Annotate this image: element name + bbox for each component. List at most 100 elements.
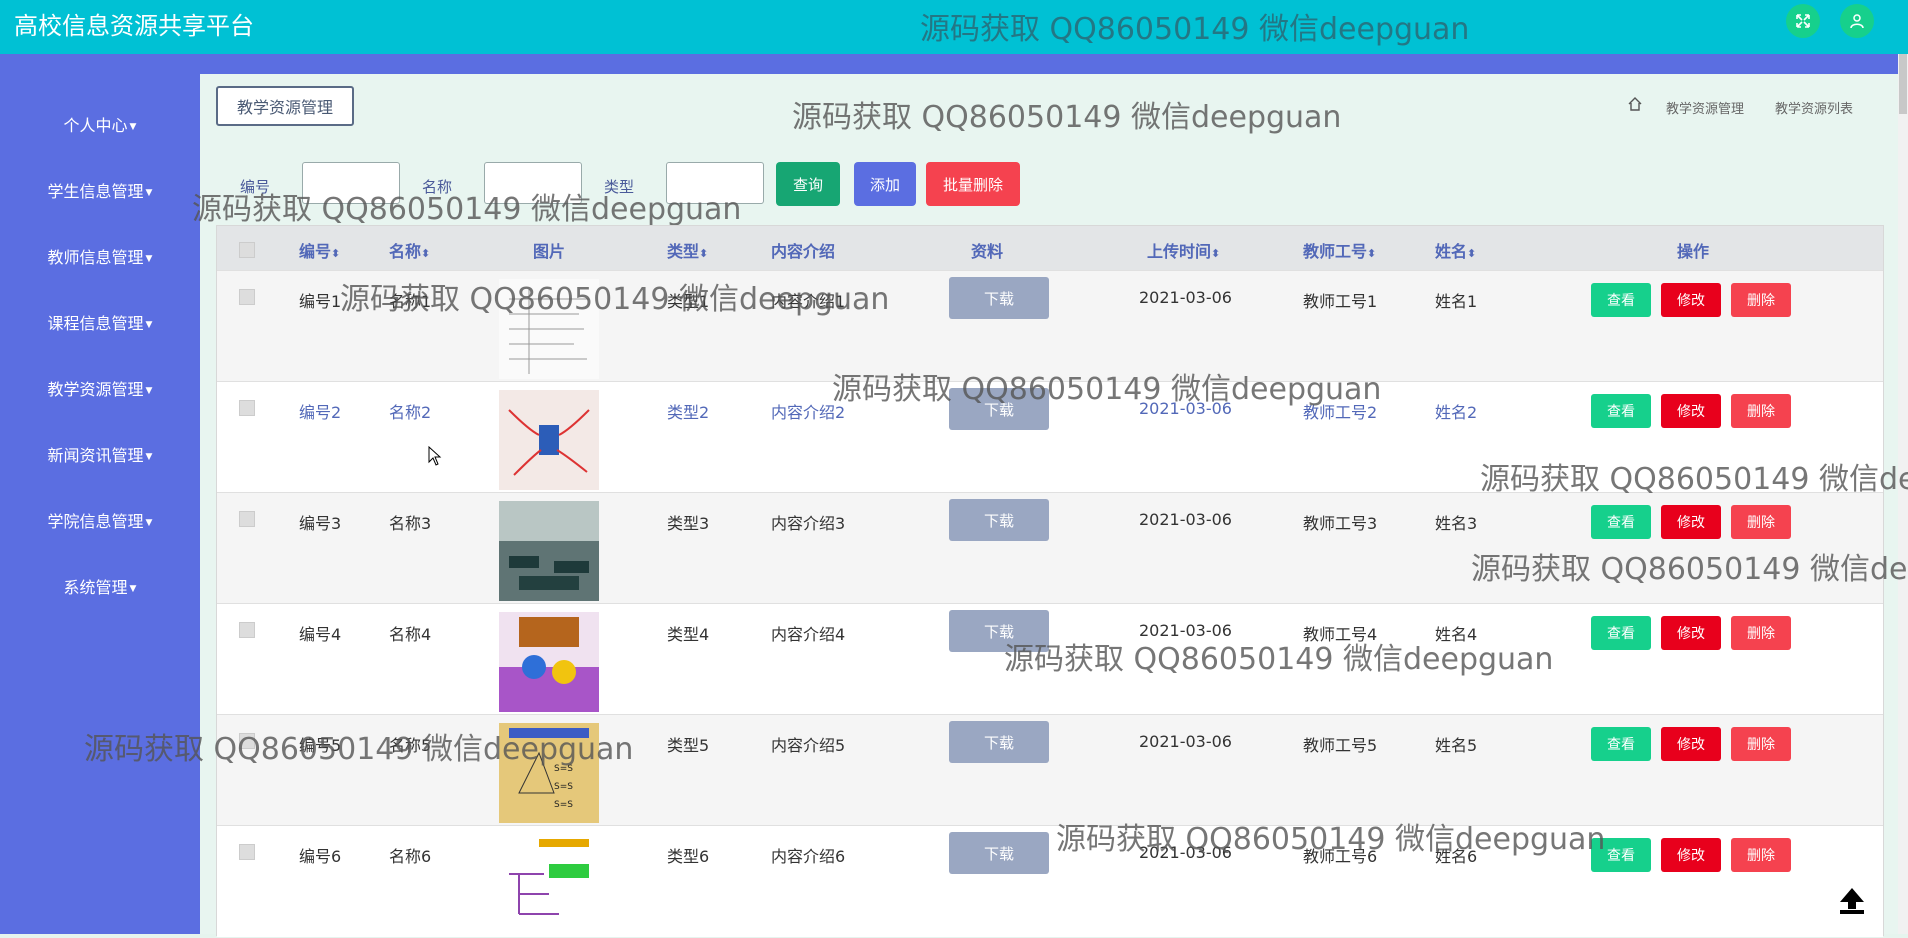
view-button[interactable]: 查看 bbox=[1591, 394, 1651, 428]
cell-id: 编号3 bbox=[299, 514, 342, 533]
sort-icon: ⬍ bbox=[1211, 247, 1221, 260]
sidebar-item-college-info[interactable]: 学院信息管理 ▼ bbox=[0, 508, 200, 532]
sidebar-item-system[interactable]: 系统管理 ▼ bbox=[0, 574, 200, 598]
breadcrumb-item: 教学资源列表 bbox=[1775, 102, 1854, 117]
table-row: 编号6 名称6 类型6 内容介绍6 下载 2021-03-06 教师工号6 姓名… bbox=[217, 825, 1883, 937]
home-icon[interactable] bbox=[1627, 96, 1643, 112]
delete-button[interactable]: 删除 bbox=[1731, 283, 1791, 317]
header-name[interactable]: 名称⬍ bbox=[389, 238, 430, 262]
fullscreen-icon[interactable] bbox=[1786, 4, 1820, 38]
cell-intro: 内容介绍5 bbox=[771, 736, 846, 755]
caret-down-icon: ▼ bbox=[129, 121, 137, 132]
top-bar: 高校信息资源共享平台 源码获取 QQ86050149 微信deepguan bbox=[0, 0, 1908, 54]
edit-button[interactable]: 修改 bbox=[1661, 838, 1721, 872]
header-id[interactable]: 编号⬍ bbox=[299, 238, 340, 262]
delete-button[interactable]: 删除 bbox=[1731, 727, 1791, 761]
download-button[interactable]: 下载 bbox=[949, 721, 1049, 763]
header-actions: 操作 bbox=[1677, 242, 1710, 261]
delete-button[interactable]: 删除 bbox=[1731, 394, 1791, 428]
watermark: 源码获取 QQ86050149 微信dee bbox=[1471, 552, 1908, 587]
cell-type: 类型3 bbox=[667, 514, 710, 533]
watermark: 源码获取 QQ86050149 微信deepguan bbox=[920, 12, 1470, 47]
header-image: 图片 bbox=[533, 242, 566, 261]
watermark: 源码获取 QQ86050149 微信deepguan bbox=[1056, 822, 1606, 857]
cell-name: 名称4 bbox=[389, 625, 432, 644]
cell-type: 类型5 bbox=[667, 736, 710, 755]
row-checkbox[interactable] bbox=[239, 400, 255, 416]
header-intro: 内容介绍 bbox=[771, 242, 836, 261]
cell-intro: 内容介绍6 bbox=[771, 847, 846, 866]
resource-image[interactable] bbox=[499, 612, 599, 712]
sidebar-item-label: 系统管理 bbox=[63, 578, 128, 597]
delete-button[interactable]: 删除 bbox=[1731, 505, 1791, 539]
header-upload-time[interactable]: 上传时间⬍ bbox=[1147, 238, 1220, 262]
select-all-checkbox[interactable] bbox=[239, 242, 255, 258]
cell-name: 名称3 bbox=[389, 514, 432, 533]
sort-icon: ⬍ bbox=[699, 247, 709, 260]
edit-button[interactable]: 修改 bbox=[1661, 394, 1721, 428]
sort-icon: ⬍ bbox=[421, 247, 431, 260]
sidebar-item-label: 教师信息管理 bbox=[47, 248, 144, 267]
cell-upload-time: 2021-03-06 bbox=[1139, 288, 1232, 307]
view-button[interactable]: 查看 bbox=[1591, 616, 1651, 650]
header-person-name[interactable]: 姓名⬍ bbox=[1435, 238, 1476, 262]
watermark: 源码获取 QQ86050149 微信deepguan bbox=[792, 100, 1342, 135]
sidebar-item-personal-center[interactable]: 个人中心 ▼ bbox=[0, 112, 200, 136]
sidebar-item-course-info[interactable]: 课程信息管理 ▼ bbox=[0, 310, 200, 334]
sidebar-item-teacher-info[interactable]: 教师信息管理 ▼ bbox=[0, 244, 200, 268]
back-to-top-icon[interactable] bbox=[1836, 884, 1868, 916]
caret-down-icon: ▼ bbox=[145, 187, 153, 198]
cell-id: 编号2 bbox=[299, 403, 342, 422]
svg-text:S=S: S=S bbox=[554, 800, 573, 810]
mouse-cursor-icon bbox=[428, 446, 442, 466]
sidebar-item-news[interactable]: 新闻资讯管理 ▼ bbox=[0, 442, 200, 466]
view-button[interactable]: 查看 bbox=[1591, 505, 1651, 539]
watermark: 源码获取 QQ86050149 微信de bbox=[1480, 462, 1908, 497]
batch-delete-button[interactable]: 批量删除 bbox=[926, 162, 1020, 206]
query-button[interactable]: 查询 bbox=[776, 162, 840, 206]
user-icon[interactable] bbox=[1840, 4, 1874, 38]
app-title: 高校信息资源共享平台 bbox=[14, 12, 254, 40]
svg-text:S=S: S=S bbox=[554, 782, 573, 792]
view-button[interactable]: 查看 bbox=[1591, 727, 1651, 761]
download-button[interactable]: 下载 bbox=[949, 277, 1049, 319]
cell-person-name: 姓名5 bbox=[1435, 736, 1478, 755]
watermark: 源码获取 QQ86050149 微信deepguan bbox=[832, 372, 1382, 407]
row-checkbox[interactable] bbox=[239, 511, 255, 527]
delete-button[interactable]: 删除 bbox=[1731, 838, 1791, 872]
breadcrumb-item[interactable]: 教学资源管理 bbox=[1666, 98, 1744, 117]
delete-button[interactable]: 删除 bbox=[1731, 616, 1791, 650]
resource-image[interactable] bbox=[499, 501, 599, 601]
sidebar-item-label: 新闻资讯管理 bbox=[47, 446, 144, 465]
cell-name: 名称2 bbox=[389, 403, 432, 422]
cell-intro: 内容介绍4 bbox=[771, 625, 846, 644]
edit-button[interactable]: 修改 bbox=[1661, 616, 1721, 650]
cell-person-name: 姓名1 bbox=[1435, 292, 1478, 311]
sidebar-item-label: 学院信息管理 bbox=[47, 512, 144, 531]
page-tag[interactable]: 教学资源管理 bbox=[216, 86, 354, 126]
sort-icon: ⬍ bbox=[331, 247, 341, 260]
scrollbar-thumb[interactable] bbox=[1899, 54, 1907, 114]
edit-button[interactable]: 修改 bbox=[1661, 727, 1721, 761]
header-teacher-id[interactable]: 教师工号⬍ bbox=[1303, 238, 1376, 262]
sidebar-item-teaching-resources[interactable]: 教学资源管理 ▼ bbox=[0, 376, 200, 400]
sort-icon: ⬍ bbox=[1467, 247, 1477, 260]
add-button[interactable]: 添加 bbox=[854, 162, 916, 206]
sidebar bbox=[0, 74, 200, 934]
header-type[interactable]: 类型⬍ bbox=[667, 238, 708, 262]
edit-button[interactable]: 修改 bbox=[1661, 283, 1721, 317]
row-checkbox[interactable] bbox=[239, 844, 255, 860]
row-checkbox[interactable] bbox=[239, 622, 255, 638]
download-button[interactable]: 下载 bbox=[949, 832, 1049, 874]
cell-id: 编号1 bbox=[299, 292, 342, 311]
row-checkbox[interactable] bbox=[239, 289, 255, 305]
sidebar-item-student-info[interactable]: 学生信息管理 ▼ bbox=[0, 178, 200, 202]
resource-image[interactable] bbox=[499, 390, 599, 490]
download-button[interactable]: 下载 bbox=[949, 499, 1049, 541]
view-button[interactable]: 查看 bbox=[1591, 283, 1651, 317]
cell-type: 类型2 bbox=[667, 403, 710, 422]
resource-image[interactable] bbox=[499, 834, 599, 934]
sidebar-item-label: 教学资源管理 bbox=[47, 380, 144, 399]
edit-button[interactable]: 修改 bbox=[1661, 505, 1721, 539]
sidebar-item-label: 课程信息管理 bbox=[47, 314, 144, 333]
